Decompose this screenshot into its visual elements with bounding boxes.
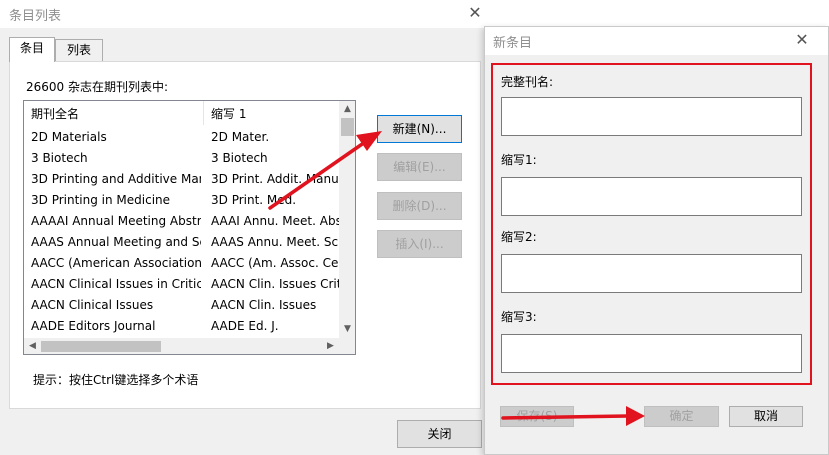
table-row[interactable]: AACN Clinical Issues AACN Clin. Issues	[24, 295, 339, 316]
table-row[interactable]: 2D Materials 2D Mater.	[24, 127, 339, 148]
journal-abbrev: AACC (Am. Assoc. Cent.	[211, 256, 339, 270]
table-row[interactable]: 3D Printing and Additive Manufacturing 3…	[24, 169, 339, 190]
vertical-scroll-thumb[interactable]	[341, 118, 354, 136]
journal-full-name: 3D Printing and Additive Manufacturing	[31, 172, 201, 186]
journal-full-name: 3 Biotech	[31, 151, 88, 165]
close-button[interactable]: 关闭	[397, 420, 482, 448]
abbrev2-label: 缩写2:	[501, 230, 537, 244]
tab-entries[interactable]: 条目	[9, 37, 55, 62]
journal-full-name: AACC (American Association for Clinical …	[31, 256, 201, 270]
table-row[interactable]: 3D Printing in Medicine 3D Print. Med.	[24, 190, 339, 211]
journal-abbrev: 2D Mater.	[211, 130, 270, 144]
table-row[interactable]: AAAAI Annual Meeting Abstracts AAAI Annu…	[24, 211, 339, 232]
new-button[interactable]: 新建(N)...	[377, 115, 462, 143]
column-header-full-name[interactable]: 期刊全名	[31, 105, 79, 122]
journal-abbrev: AADE Ed. J.	[211, 319, 279, 333]
table-row[interactable]: AAAS Annual Meeting and Science Innovati…	[24, 232, 339, 253]
journal-full-name: 3D Printing in Medicine	[31, 193, 171, 207]
table-row[interactable]: AADE Editors Journal AADE Ed. J.	[24, 316, 339, 337]
title-bar: 新条目 ✕	[485, 27, 828, 55]
full-name-input[interactable]	[501, 97, 802, 136]
edit-button[interactable]: 编辑(E)...	[377, 153, 462, 181]
journal-full-name: AACN Clinical Issues in Critical Care	[31, 277, 201, 291]
save-button[interactable]: 保存(S)	[500, 406, 574, 427]
close-icon[interactable]: ✕	[792, 30, 812, 50]
horizontal-scroll-thumb[interactable]	[41, 341, 161, 352]
list-header: 期刊全名 缩写 1	[24, 101, 339, 125]
journal-list[interactable]: 期刊全名 缩写 1 2D Materials 2D Mater. 3 Biote…	[23, 100, 356, 355]
vertical-scrollbar[interactable]: ▲ ▼	[339, 101, 355, 338]
delete-button[interactable]: 删除(D)...	[377, 192, 462, 220]
abbrev1-input[interactable]	[501, 177, 802, 216]
dialog-title: 新条目	[493, 36, 533, 51]
abbrev3-input[interactable]	[501, 334, 802, 373]
column-header-abbrev1[interactable]: 缩写 1	[211, 105, 246, 122]
dialog-title: 条目列表	[9, 9, 62, 24]
cancel-button[interactable]: 取消	[729, 406, 803, 427]
journal-full-name: 2D Materials	[31, 130, 107, 144]
new-entry-dialog: 新条目 ✕ 完整刊名: 缩写1: 缩写2: 缩写3: 保存(S) 确定 取消	[484, 26, 829, 455]
journal-list-dialog: 条目列表 ✕ 条目 列表 26600 杂志在期刊列表中: 期刊全名 缩写 1 2…	[0, 0, 490, 455]
abbrev3-label: 缩写3:	[501, 310, 537, 324]
horizontal-scrollbar[interactable]: ◀ ▶	[24, 338, 339, 354]
hint-text: 提示：按住Ctrl键选择多个术语	[33, 373, 199, 387]
tab-lists[interactable]: 列表	[55, 39, 103, 61]
full-name-label: 完整刊名:	[501, 75, 554, 89]
journal-abbrev: 3D Print. Med.	[211, 193, 297, 207]
tab-label: 条目	[19, 41, 44, 55]
journal-full-name: AAAAI Annual Meeting Abstracts	[31, 214, 201, 228]
journal-abbrev: AACN Clin. Issues Crit.	[211, 277, 339, 291]
insert-button[interactable]: 插入(I)...	[377, 230, 462, 258]
column-divider[interactable]	[203, 101, 204, 125]
journal-abbrev: 3D Print. Addit. Manuf.	[211, 172, 339, 186]
journal-abbrev: AACN Clin. Issues	[211, 298, 317, 312]
ok-button[interactable]: 确定	[644, 406, 719, 427]
tab-label: 列表	[66, 43, 91, 57]
journal-count-label: 26600 杂志在期刊列表中:	[26, 80, 169, 94]
journal-abbrev: AAAS Annu. Meet. Sci.	[211, 235, 339, 249]
abbrev1-label: 缩写1:	[501, 153, 537, 167]
chevron-left-icon[interactable]: ◀	[24, 338, 41, 354]
chevron-down-icon[interactable]: ▼	[339, 321, 355, 338]
close-icon[interactable]: ✕	[465, 3, 485, 23]
abbrev2-input[interactable]	[501, 254, 802, 293]
scrollbar-corner	[339, 338, 355, 354]
journal-full-name: AAAS Annual Meeting and Science Innovati…	[31, 235, 201, 249]
journal-abbrev: 3 Biotech	[211, 151, 268, 165]
table-row[interactable]: 3 Biotech 3 Biotech	[24, 148, 339, 169]
table-row[interactable]: AACC (American Association for Clinical …	[24, 253, 339, 274]
chevron-right-icon[interactable]: ▶	[322, 338, 339, 354]
journal-full-name: AACN Clinical Issues	[31, 298, 154, 312]
chevron-up-icon[interactable]: ▲	[339, 101, 355, 118]
title-bar: 条目列表 ✕	[0, 0, 490, 28]
journal-full-name: AADE Editors Journal	[31, 319, 156, 333]
journal-abbrev: AAAI Annu. Meet. Abstr.	[211, 214, 339, 228]
table-row[interactable]: AACN Clinical Issues in Critical Care AA…	[24, 274, 339, 295]
